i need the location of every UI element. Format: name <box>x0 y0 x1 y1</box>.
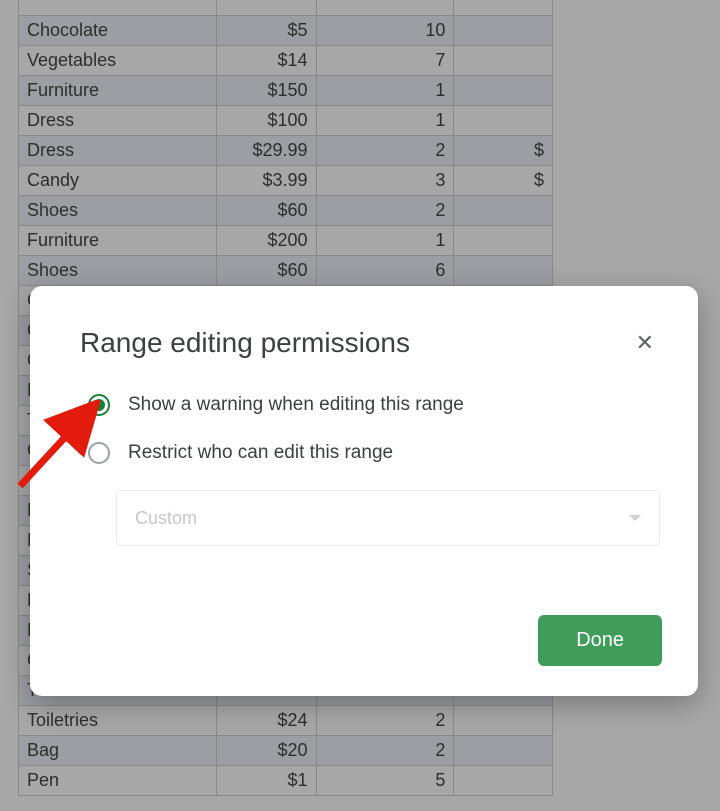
chevron-down-icon <box>629 515 641 521</box>
radio-show-warning-label: Show a warning when editing this range <box>128 394 464 416</box>
radio-unselected-icon <box>88 442 110 464</box>
done-button[interactable]: Done <box>538 615 662 666</box>
dialog-title: Range editing permissions <box>80 327 410 359</box>
dropdown-placeholder: Custom <box>135 508 197 529</box>
radio-selected-icon <box>88 394 110 416</box>
radio-show-warning[interactable]: Show a warning when editing this range <box>88 394 660 416</box>
restrict-dropdown: Custom <box>116 490 660 546</box>
radio-restrict-label: Restrict who can edit this range <box>128 442 393 464</box>
radio-restrict[interactable]: Restrict who can edit this range <box>88 442 660 464</box>
close-icon[interactable]: ✕ <box>630 326 660 360</box>
range-permissions-dialog: Range editing permissions ✕ Show a warni… <box>30 286 698 696</box>
